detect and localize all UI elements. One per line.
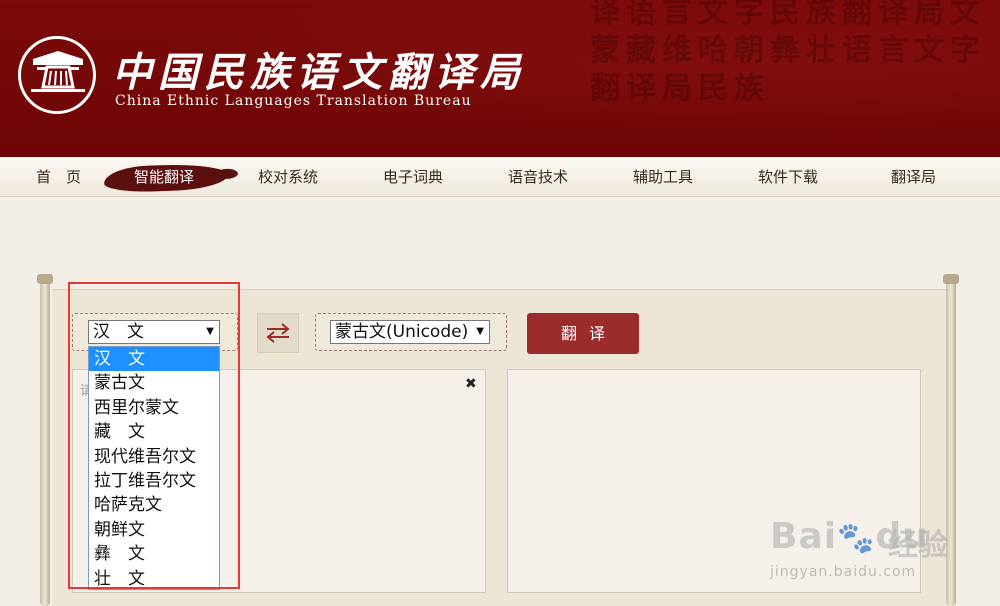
dropdown-option[interactable]: 彝 文 — [89, 542, 219, 566]
target-text-output — [507, 369, 921, 593]
nav-item-speech[interactable]: 语音技术 — [508, 157, 568, 197]
dropdown-option[interactable]: 拉丁维吾尔文 — [89, 469, 219, 493]
swap-languages-button[interactable] — [257, 313, 299, 353]
target-language-value: 蒙古文(Unicode) — [335, 322, 469, 342]
nav-item-download[interactable]: 软件下载 — [758, 157, 818, 197]
close-icon[interactable]: ✖ — [465, 376, 477, 392]
chevron-down-icon: ▼ — [206, 326, 214, 337]
dropdown-option[interactable]: 蒙古文 — [89, 371, 219, 395]
nav-item-home[interactable]: 首 页 — [36, 157, 81, 197]
dropdown-option[interactable]: 汉 文 — [89, 347, 219, 372]
nav-item-dictionary[interactable]: 电子词典 — [383, 157, 443, 197]
bureau-logo-icon[interactable] — [18, 36, 96, 114]
chevron-down-icon: ▼ — [476, 326, 484, 337]
scroll-rod-right — [943, 274, 959, 606]
site-header: 译语言文字民族翻译局文蒙藏维哈朝彝壮语言文字翻译局民族 中国民族语文翻译局 Ch… — [0, 0, 1000, 157]
source-language-value: 汉 文 — [93, 322, 144, 342]
target-language-select[interactable]: 蒙古文(Unicode) ▼ — [330, 320, 490, 344]
nav-item-bureau[interactable]: 翻译局 — [891, 157, 936, 197]
dropdown-option[interactable]: 朝鲜文 — [89, 518, 219, 542]
nav-item-smart-translation[interactable]: 智能翻译 — [134, 157, 194, 197]
translate-button[interactable]: 翻译 — [527, 313, 639, 354]
scroll-rod-left — [37, 274, 53, 606]
swap-arrows-icon — [266, 323, 290, 343]
header-background-calligraphy: 译语言文字民族翻译局文蒙藏维哈朝彝壮语言文字翻译局民族 — [590, 0, 986, 106]
dropdown-option[interactable]: 西里尔蒙文 — [89, 396, 219, 420]
nav-item-tools[interactable]: 辅助工具 — [633, 157, 693, 197]
dropdown-option[interactable]: 现代维吾尔文 — [89, 445, 219, 469]
dropdown-option[interactable]: 藏 文 — [89, 420, 219, 444]
dropdown-option[interactable]: 哈萨克文 — [89, 493, 219, 517]
source-language-select[interactable]: 汉 文 ▼ — [88, 320, 220, 344]
site-subtitle: China Ethnic Languages Translation Burea… — [115, 93, 472, 109]
dropdown-option[interactable]: 壮 文 — [89, 567, 219, 589]
site-title: 中国民族语文翻译局 — [112, 49, 526, 96]
nav-item-proofreading[interactable]: 校对系统 — [258, 157, 318, 197]
source-language-dropdown[interactable]: 汉 文 蒙古文 西里尔蒙文 藏 文 现代维吾尔文 拉丁维吾尔文 哈萨克文 朝鲜文… — [88, 346, 220, 590]
